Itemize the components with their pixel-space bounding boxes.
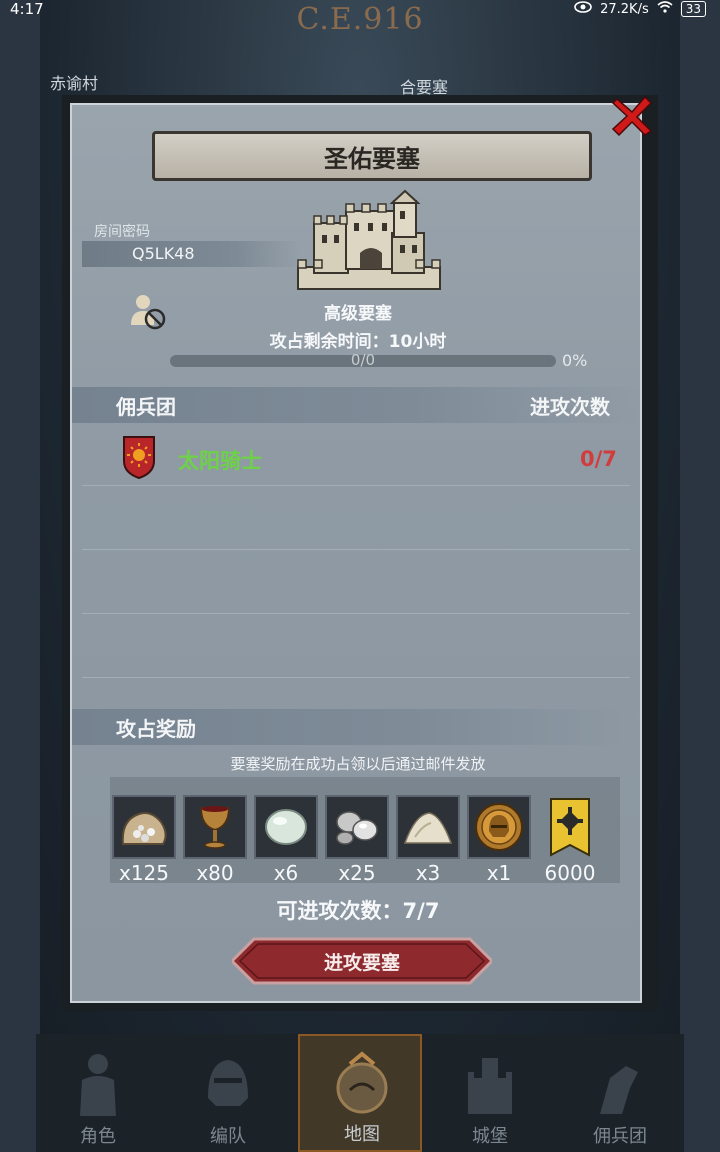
attacks-available-value: 7/7 (402, 899, 440, 923)
close-icon (611, 95, 653, 141)
armored-arm-icon (590, 1048, 650, 1118)
town-label-left: 赤谕村 (50, 74, 99, 93)
reward-item[interactable]: 6000 (538, 795, 602, 885)
reward-qty: x25 (338, 861, 376, 885)
sand-pile-icon (396, 795, 460, 859)
room-password-label: 房间密码 (94, 224, 150, 240)
gem-stone-icon (254, 795, 318, 859)
helmet-icon (198, 1048, 258, 1118)
reward-qty: x125 (118, 861, 169, 885)
reward-item[interactable]: x3 (396, 795, 460, 885)
row-divider (82, 613, 630, 614)
banner-emblem-icon (538, 795, 602, 859)
knight-icon (68, 1048, 128, 1118)
eye-icon (574, 1, 592, 17)
reward-item[interactable]: x25 (325, 795, 389, 885)
silver-ore-icon (325, 795, 389, 859)
network-speed: 27.2K/s (600, 1, 649, 17)
attacks-available: 可进攻次数：7/7 (72, 895, 644, 925)
nav-label: 城堡 (472, 1126, 508, 1147)
map-compass-icon (332, 1050, 392, 1120)
nav-label: 佣兵团 (593, 1126, 647, 1147)
row-divider (82, 677, 630, 678)
time-left-label: 攻占剩余时间： (269, 332, 389, 352)
nav-item-map[interactable]: 地图 (298, 1034, 422, 1152)
reward-item[interactable]: x125 (112, 795, 176, 885)
nav-item-character[interactable]: 角色 (36, 1034, 160, 1152)
fortress-dialog: 圣佑要塞 房间密码 Q5LK48 高级要塞 攻占剩余时间：10小时 0/0 0%… (62, 95, 658, 1011)
rewards-note: 要塞奖励在成功占领以后通过邮件发放 (230, 755, 486, 773)
nav-item-castle[interactable]: 城堡 (428, 1034, 552, 1152)
attacks-available-label: 可进攻次数： (276, 899, 403, 923)
rewards-header: 攻占奖励 (116, 717, 196, 741)
stone-sack-icon (112, 795, 176, 859)
reward-qty: x1 (486, 861, 512, 885)
goblet-icon (183, 795, 247, 859)
attack-count-header: 进攻次数 (530, 395, 610, 419)
row-divider (82, 485, 630, 486)
reward-qty: x80 (196, 861, 234, 885)
dialog-title: 圣佑要塞 (152, 131, 592, 181)
nav-label: 地图 (344, 1124, 380, 1145)
row-divider (82, 549, 630, 550)
progress-percent: 0% (562, 351, 588, 370)
reward-qty: x3 (415, 861, 441, 885)
status-time: 4:17 (10, 0, 44, 18)
occupation-time-left: 攻占剩余时间：10小时 (72, 327, 644, 352)
time-left-value: 10小时 (388, 332, 447, 352)
status-icons: 27.2K/s 33 (574, 1, 706, 17)
mercenary-attack-count: 0/7 (580, 447, 617, 471)
dialog-panel: 圣佑要塞 房间密码 Q5LK48 高级要塞 攻占剩余时间：10小时 0/0 0%… (70, 103, 642, 1003)
fortress-image (294, 189, 444, 293)
reward-qty: 6000 (544, 861, 596, 885)
reward-item[interactable]: x1 (467, 795, 531, 885)
close-button[interactable] (607, 93, 657, 143)
mercenary-name: 太阳骑士 (178, 449, 262, 473)
status-bar: 4:17 27.2K/s 33 (0, 0, 720, 22)
background-frame-right (680, 0, 720, 1152)
nav-label: 编队 (210, 1126, 246, 1147)
nav-label: 角色 (80, 1126, 116, 1147)
attack-button-label: 进攻要塞 (323, 951, 400, 974)
background-frame-left (0, 0, 40, 1152)
mercenary-header: 佣兵团 (116, 395, 176, 419)
fortress-level: 高级要塞 (324, 304, 392, 324)
attack-fortress-button[interactable]: 进攻要塞 (229, 937, 495, 985)
reward-qty: x6 (273, 861, 299, 885)
battery-indicator: 33 (680, 1, 706, 17)
sun-shield-icon (122, 435, 156, 480)
helmet-medal-icon (467, 795, 531, 859)
nav-item-mercenary[interactable]: 佣兵团 (558, 1034, 682, 1152)
reward-item[interactable]: x80 (183, 795, 247, 885)
progress-text: 0/0 (350, 351, 376, 369)
room-code[interactable]: Q5LK48 (132, 244, 195, 263)
bottom-navigation: 角色 编队 地图 城堡 佣兵团 (36, 1034, 684, 1152)
nav-item-formation[interactable]: 编队 (166, 1034, 290, 1152)
castle-icon (460, 1048, 520, 1118)
wifi-icon (657, 1, 673, 17)
mercenary-row[interactable] (72, 423, 640, 487)
reward-item[interactable]: x6 (254, 795, 318, 885)
